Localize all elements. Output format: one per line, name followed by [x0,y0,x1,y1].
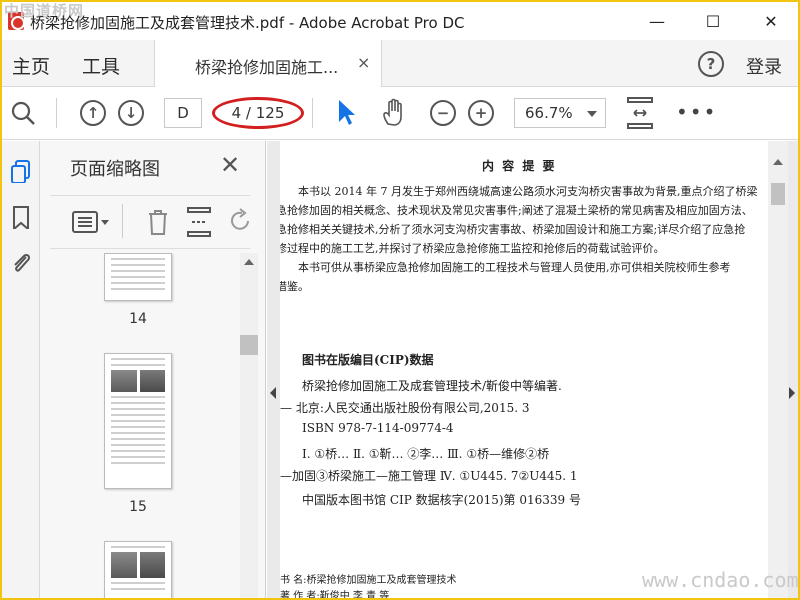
close-tab-icon[interactable]: × [357,53,370,72]
thumbnail-list: 14 15 [40,253,240,598]
toolbar-divider [56,98,57,128]
cip-line: 桥梁抢修加固施工及成套管理技术/靳俊中等编著. [302,379,562,393]
select-arrow-icon[interactable] [336,98,358,128]
thumbnail-scrollbar[interactable] [240,253,258,598]
page-thumbnails-icon[interactable] [10,159,32,183]
delete-trash-icon[interactable] [146,208,170,236]
cip-heading: 图书在版编目(CIP)数据 [302,353,434,367]
panel-divider [122,204,123,238]
document-viewer: 内 容 提 要 本书以 2014 年 7 月发生于郑州西绕城高速公路须水河支沟桥… [267,141,798,598]
zoom-select[interactable]: 66.7% [514,98,606,128]
cip-line: ISBN 978-7-114-09774-4 [302,421,454,435]
watermark-bottom-right: www.cndao.com [642,568,798,592]
close-panel-icon[interactable]: ✕ [220,151,240,179]
page-count-display: 4 / 125 [212,97,304,129]
cip-line: — 北京:人民交通出版社股份有限公司,2015. 3 [280,401,530,415]
document-scroll-thumb[interactable] [771,183,785,205]
scroll-up-icon[interactable] [773,159,783,165]
body-line: 借鉴。 [280,280,309,293]
maximize-button[interactable]: ☐ [690,2,736,40]
zoom-out-icon[interactable]: − [430,100,456,126]
body-line: 急抢修相关关键技术,分析了须水河支沟桥灾害事故、桥梁加固设计和施工方案;详尽介绍… [280,223,746,236]
thumbnail-label: 15 [129,499,147,515]
document-heading: 内 容 提 要 [482,159,557,173]
zoom-in-icon[interactable]: + [468,100,494,126]
previous-page-icon[interactable]: ↑ [80,100,106,126]
pdf-page: 内 容 提 要 本书以 2014 年 7 月发生于郑州西绕城高速公路须水河支沟桥… [280,141,768,598]
body-line: 本书以 2014 年 7 月发生于郑州西绕城高速公路须水河支沟桥灾害事故为背景,… [298,185,758,198]
login-button[interactable]: 登录 [746,53,782,79]
tab-document[interactable]: 桥梁抢修加固施工... × [154,40,382,87]
options-menu-icon[interactable] [72,210,112,234]
body-line: 本书可供从事桥梁应急抢修加固施工的工程技术与管理人员使用,亦可供相关院校师生参考 [298,261,731,274]
footer-line: 著 作 者:靳俊中 李 青 等 [280,591,390,598]
attachment-icon[interactable] [10,249,32,273]
tab-home[interactable]: 主页 [12,52,50,79]
panel-toolbar [50,195,250,249]
zoom-value: 66.7% [525,104,573,122]
collapse-left-panel-icon[interactable] [270,387,276,399]
thumbnail-label: 14 [129,311,147,327]
hand-tool-icon[interactable] [380,98,408,128]
toolbar-divider [312,98,313,128]
thumbnail-page-16[interactable] [104,541,172,598]
page-number-input[interactable]: D [164,98,202,128]
cip-line: Ⅰ. ①桥… Ⅱ. ①靳… ②李… Ⅲ. ①桥—维修②桥 [302,447,550,461]
thumbnails-panel: 页面缩略图 ✕ 14 15 [40,141,266,598]
body-line: 急抢修加固的相关概念、技术现状及常见灾害事件;阐述了混凝土梁桥的常见病害及相应加… [280,204,753,217]
document-scrollbar[interactable] [768,141,788,598]
next-page-icon[interactable]: ↓ [118,100,144,126]
toolbar: ↑ ↓ D 4 / 125 − + 66.7% ••• [2,88,798,140]
minimize-button[interactable]: — [634,2,680,40]
tab-tools[interactable]: 工具 [82,52,120,79]
tab-bar: 主页 工具 桥梁抢修加固施工... × ? 登录 [2,40,798,87]
more-tools-icon[interactable]: ••• [676,100,717,124]
footer-line: 书 名:桥梁抢修加固施工及成套管理技术 [280,575,457,586]
scroll-up-icon[interactable] [244,259,254,265]
chevron-down-icon [587,111,597,117]
title-bar: 中国道桥网 桥梁抢修加固施工及成套管理技术.pdf - Adobe Acroba… [2,2,798,40]
document-tab-label: 桥梁抢修加固施工... [195,58,339,77]
help-icon[interactable]: ? [698,51,724,77]
app-window: 中国道桥网 桥梁抢修加固施工及成套管理技术.pdf - Adobe Acroba… [2,2,798,598]
search-icon[interactable] [10,100,36,126]
thumbnail-page-15[interactable] [104,353,172,489]
thumbnail-page-14[interactable] [104,253,172,301]
panel-title: 页面缩略图 [70,159,160,180]
body-line: 修过程中的施工工艺,并探讨了桥梁应急抢修施工监控和抢修后的荷载试验评价。 [280,242,665,255]
thumbnail-scroll-thumb[interactable] [240,335,258,355]
cip-line: 中国版本图书馆 CIP 数据核字(2015)第 016339 号 [302,493,581,507]
close-window-button[interactable]: ✕ [748,2,794,40]
expand-right-panel-icon[interactable] [789,387,795,399]
cip-line: —加固③桥梁施工—施工管理 Ⅳ. ①U445. 7②U445. 1 [280,469,578,483]
extract-pages-icon[interactable] [186,206,212,238]
navigation-pane-strip [2,141,40,598]
rotate-icon[interactable] [228,208,252,234]
bookmark-icon[interactable] [10,205,32,229]
fit-page-icon[interactable] [626,96,654,130]
window-title: 桥梁抢修加固施工及成套管理技术.pdf - Adobe Acrobat Pro … [30,14,465,32]
